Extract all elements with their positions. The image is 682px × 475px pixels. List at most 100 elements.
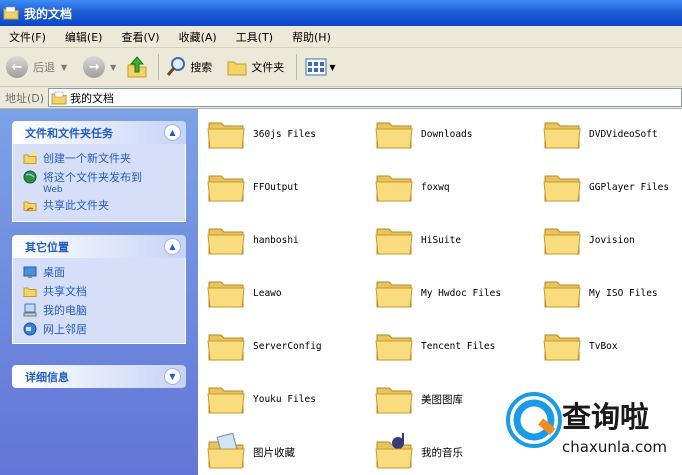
menu-tools[interactable]: 工具(T) <box>227 29 283 45</box>
address-label: 地址(D) <box>5 91 45 105</box>
details-title: 详细信息 <box>25 370 69 384</box>
folder-icon <box>207 387 245 414</box>
place-shared-docs[interactable]: 共享文档 <box>23 283 185 302</box>
task-publish-web[interactable]: 将这个文件夹发布到 <box>23 169 185 185</box>
folder-item[interactable]: 图片收藏 <box>206 433 366 471</box>
folder-item[interactable]: Youku Files <box>206 382 366 416</box>
folder-icon <box>207 228 245 255</box>
folder-item[interactable]: My ISO Files <box>542 276 682 310</box>
folder-name: Leawo <box>253 287 282 299</box>
title-bar: 我的文档 <box>0 0 682 26</box>
place-desktop-label: 桌面 <box>43 266 65 279</box>
expand-chevron-icon[interactable]: ▼ <box>164 368 181 385</box>
shared-folder-icon <box>23 287 37 297</box>
forward-button[interactable]: → ▼ <box>83 56 116 78</box>
views-button[interactable]: ▼ <box>305 58 335 76</box>
folder-item[interactable]: ServerConfig <box>206 329 366 363</box>
task-publish-web-suffix[interactable]: Web <box>23 185 185 197</box>
toolbar-divider <box>296 54 298 80</box>
folder-icon <box>543 122 581 149</box>
folder-name: 图片收藏 <box>253 446 295 459</box>
folder-icon <box>375 228 413 255</box>
my-pictures-folder-icon <box>207 433 245 469</box>
address-bar: 地址(D) 我的文档 <box>0 87 682 109</box>
folder-name: 360js Files <box>253 128 316 140</box>
tasks-panel: 文件和文件夹任务 ▲ 创建一个新文件夹 将这个文件夹发布到 Web 共享此文件夹 <box>12 121 186 222</box>
folders-button[interactable]: 文件夹 <box>226 57 284 77</box>
folder-item[interactable]: Jovision <box>542 223 682 257</box>
place-network-label: 网上邻居 <box>43 323 87 336</box>
other-places-header[interactable]: 其它位置 ▲ <box>12 235 186 258</box>
folder-item[interactable]: Leawo <box>206 276 366 310</box>
toolbar: ← 后退 ▼ → ▼ 搜索 文件夹 ▼ <box>0 48 682 87</box>
place-shared-docs-label: 共享文档 <box>43 285 87 298</box>
my-computer-icon <box>23 303 37 317</box>
folder-name: Youku Files <box>253 393 316 405</box>
folder-icon <box>375 122 413 149</box>
task-new-folder-label: 创建一个新文件夹 <box>43 152 131 165</box>
folder-item[interactable]: HiSuite <box>374 223 534 257</box>
folder-name: Tencent Files <box>421 340 496 352</box>
folder-item[interactable]: FFOutput <box>206 170 366 204</box>
folder-name: FFOutput <box>253 181 299 193</box>
folder-icon <box>543 175 581 202</box>
folder-item[interactable]: GGPlayer Files <box>542 170 682 204</box>
folder-item[interactable]: TvBox <box>542 329 682 363</box>
other-places-title: 其它位置 <box>25 240 69 254</box>
address-value: 我的文档 <box>70 91 115 105</box>
folder-icon <box>375 281 413 308</box>
back-button[interactable]: ← 后退 ▼ <box>6 56 67 78</box>
menu-view[interactable]: 查看(V) <box>112 29 169 45</box>
share-folder-icon <box>23 201 37 212</box>
folder-icon <box>207 122 245 149</box>
watermark-url: chaxunla.com <box>562 438 667 456</box>
menu-edit[interactable]: 编辑(E) <box>56 29 113 45</box>
folder-name: TvBox <box>589 340 618 352</box>
folder-item[interactable]: hanboshi <box>206 223 366 257</box>
folder-name: hanboshi <box>253 234 299 246</box>
folder-name: 美图图库 <box>421 393 463 406</box>
network-places-icon <box>23 322 37 336</box>
folders-icon <box>227 61 247 76</box>
folder-item[interactable]: DVDVideoSoft <box>542 117 682 151</box>
folder-item[interactable]: foxwq <box>374 170 534 204</box>
collapse-chevron-icon[interactable]: ▲ <box>164 238 181 255</box>
collapse-chevron-icon[interactable]: ▲ <box>164 124 181 141</box>
my-documents-icon <box>51 91 67 104</box>
folder-icon <box>375 334 413 361</box>
address-input[interactable]: 我的文档 <box>48 88 682 107</box>
folder-item[interactable]: 360js Files <box>206 117 366 151</box>
folder-name: DVDVideoSoft <box>589 128 658 140</box>
up-folder-button[interactable] <box>126 55 148 79</box>
search-icon <box>167 57 186 76</box>
folder-item[interactable]: Tencent Files <box>374 329 534 363</box>
folder-name: My Hwdoc Files <box>421 287 502 299</box>
folders-label: 文件夹 <box>251 61 285 74</box>
menu-file[interactable]: 文件(F) <box>0 29 56 45</box>
menu-favorites[interactable]: 收藏(A) <box>170 29 227 45</box>
task-new-folder[interactable]: 创建一个新文件夹 <box>23 150 185 169</box>
back-label: 后退 <box>33 61 55 74</box>
folder-name: Downloads <box>421 128 473 140</box>
place-network[interactable]: 网上邻居 <box>23 321 185 340</box>
details-header[interactable]: 详细信息 ▼ <box>12 365 186 388</box>
folder-item[interactable]: My Hwdoc Files <box>374 276 534 310</box>
menu-help[interactable]: 帮助(H) <box>283 29 341 45</box>
watermark-brand: 查询啦 <box>562 400 650 434</box>
folder-name: ServerConfig <box>253 340 322 352</box>
tasks-panel-header[interactable]: 文件和文件夹任务 ▲ <box>12 121 186 144</box>
toolbar-divider <box>158 54 160 80</box>
search-button[interactable]: 搜索 <box>165 56 212 78</box>
details-panel: 详细信息 ▼ <box>12 365 186 388</box>
tasks-panel-body: 创建一个新文件夹 将这个文件夹发布到 Web 共享此文件夹 <box>12 144 186 222</box>
task-share-folder[interactable]: 共享此文件夹 <box>23 197 185 216</box>
place-my-computer[interactable]: 我的电脑 <box>23 302 185 321</box>
folder-item[interactable]: Downloads <box>374 117 534 151</box>
folder-name: 我的音乐 <box>421 446 463 459</box>
place-desktop[interactable]: 桌面 <box>23 264 185 283</box>
back-arrow-icon: ← <box>6 56 28 78</box>
watermark-logo-icon <box>506 392 562 448</box>
forward-arrow-icon: → <box>83 56 106 78</box>
tasks-panel-title: 文件和文件夹任务 <box>25 126 113 140</box>
folder-icon <box>543 228 581 255</box>
